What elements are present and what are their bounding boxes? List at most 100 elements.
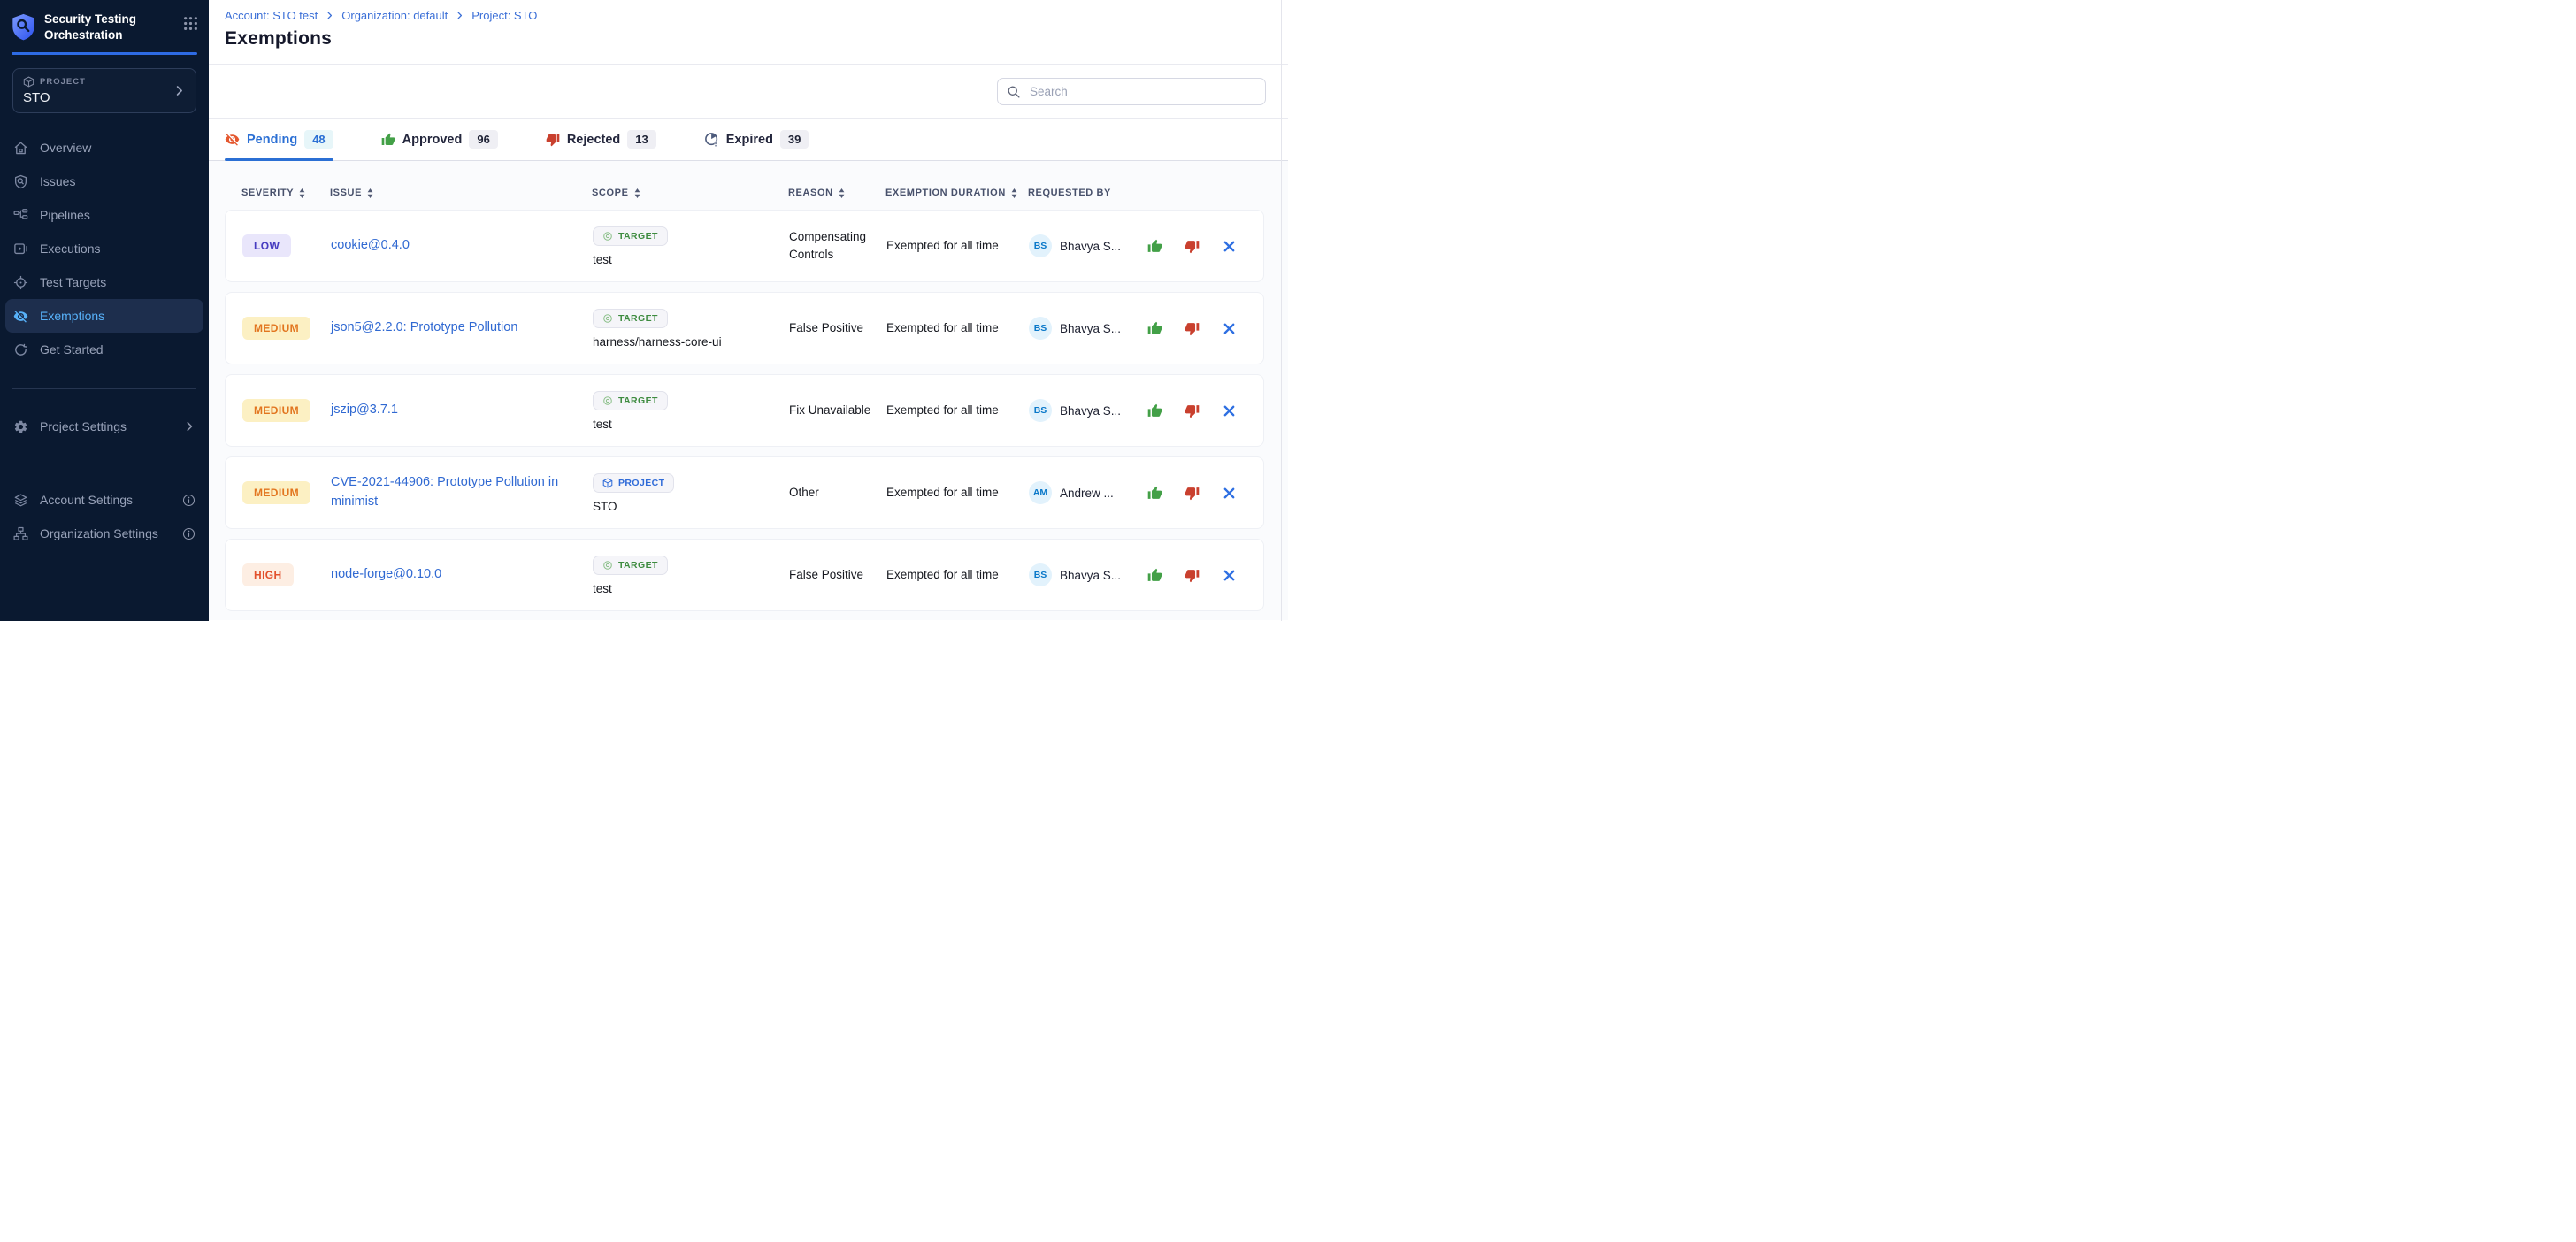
target-scope-icon <box>602 231 613 242</box>
tab-pending[interactable]: Pending 48 <box>225 119 334 160</box>
scope-badge: TARGET <box>593 556 668 575</box>
avatar: BS <box>1029 317 1052 340</box>
chevron-right-icon <box>455 11 464 20</box>
gear-icon <box>13 419 28 434</box>
breadcrumb-account[interactable]: Account: STO test <box>225 9 318 22</box>
table-row: MEDIUM CVE-2021-44906: Prototype Polluti… <box>225 456 1264 529</box>
reject-button[interactable] <box>1180 564 1203 586</box>
approve-button[interactable] <box>1143 317 1166 340</box>
clock-expired-icon <box>704 132 719 147</box>
table-body: LOW cookie@0.4.0 TARGET test Compensatin… <box>225 210 1288 611</box>
target-scope-icon <box>602 395 613 406</box>
tab-rejected[interactable]: Rejected 13 <box>546 119 656 160</box>
approve-button[interactable] <box>1143 564 1166 586</box>
search-box <box>997 78 1266 105</box>
sort-icon <box>634 188 640 198</box>
tab-approved[interactable]: Approved 96 <box>381 119 498 160</box>
scope-badge: TARGET <box>593 309 668 328</box>
requester-name: Andrew ... <box>1060 487 1114 500</box>
reject-button[interactable] <box>1180 481 1203 504</box>
sidebar-item-organization-settings[interactable]: Organization Settings <box>0 517 209 550</box>
tab-expired[interactable]: Expired 39 <box>704 119 809 160</box>
sidebar-item-label: Get Started <box>40 342 104 356</box>
sidebar-item-label: Organization Settings <box>40 526 158 540</box>
dismiss-button[interactable] <box>1217 317 1240 340</box>
chevron-right-icon <box>325 11 334 20</box>
sidebar-item-test-targets[interactable]: Test Targets <box>0 265 209 299</box>
sidebar-item-label: Exemptions <box>40 309 104 323</box>
column-header-scope[interactable]: SCOPE <box>592 188 788 198</box>
pipelines-icon <box>13 208 28 223</box>
dismiss-button[interactable] <box>1217 481 1240 504</box>
main-area: Account: STO test Organization: default … <box>209 0 1288 621</box>
info-icon[interactable] <box>182 494 196 507</box>
column-header-issue[interactable]: ISSUE <box>330 188 592 198</box>
scope-name: test <box>593 582 612 595</box>
sidebar-nav: Overview Issues Pipelines Executions <box>0 131 209 366</box>
column-header-severity[interactable]: SEVERITY <box>242 188 330 198</box>
approve-button[interactable] <box>1143 234 1166 257</box>
approve-button[interactable] <box>1143 481 1166 504</box>
dismiss-button[interactable] <box>1217 234 1240 257</box>
issue-link[interactable]: CVE-2021-44906: Prototype Pollution in m… <box>331 473 593 512</box>
app-title: Security Testing Orchestration <box>44 12 156 42</box>
sort-icon <box>1011 188 1017 198</box>
issue-link[interactable]: json5@2.2.0: Prototype Pollution <box>331 318 540 338</box>
severity-badge: HIGH <box>242 564 294 586</box>
sidebar-item-get-started[interactable]: Get Started <box>0 333 209 366</box>
breadcrumb-project[interactable]: Project: STO <box>472 9 537 22</box>
app-window: Security Testing Orchestration PROJECT S… <box>0 0 1288 621</box>
eye-off-icon <box>13 309 28 324</box>
sidebar-item-exemptions[interactable]: Exemptions <box>5 299 203 333</box>
scope-type-label: TARGET <box>618 313 658 324</box>
scope-badge: TARGET <box>593 226 668 246</box>
requester-name: Bhavya S... <box>1060 404 1121 418</box>
reason: Other <box>789 484 886 502</box>
approve-button[interactable] <box>1143 399 1166 422</box>
sidebar-item-overview[interactable]: Overview <box>0 131 209 165</box>
reject-button[interactable] <box>1180 317 1203 340</box>
reject-button[interactable] <box>1180 399 1203 422</box>
shield-search-icon <box>13 174 28 189</box>
issue-link[interactable]: jszip@3.7.1 <box>331 401 421 420</box>
sidebar-header: Security Testing Orchestration <box>0 0 209 42</box>
scope-name: harness/harness-core-ui <box>593 335 722 349</box>
avatar: BS <box>1029 234 1052 257</box>
issue-link[interactable]: cookie@0.4.0 <box>331 236 433 256</box>
thumb-up-icon <box>381 133 395 147</box>
column-header-exemption-duration[interactable]: EXEMPTION DURATION <box>886 188 1028 198</box>
avatar: AM <box>1029 481 1052 504</box>
sidebar-item-issues[interactable]: Issues <box>0 165 209 198</box>
table-row: HIGH node-forge@0.10.0 TARGET test False… <box>225 539 1264 611</box>
issue-link[interactable]: node-forge@0.10.0 <box>331 565 464 585</box>
sidebar-item-executions[interactable]: Executions <box>0 232 209 265</box>
chevron-right-icon <box>183 420 196 433</box>
exemptions-table: SEVERITY ISSUE SCOPE REASON EXEMPTION DU… <box>209 161 1288 620</box>
home-icon <box>13 141 28 156</box>
sidebar-item-label: Account Settings <box>40 493 133 507</box>
column-header-reason[interactable]: REASON <box>788 188 886 198</box>
severity-badge: MEDIUM <box>242 481 310 504</box>
module-grid-icon[interactable] <box>183 16 198 31</box>
sidebar-item-project-settings[interactable]: Project Settings <box>0 410 209 443</box>
exemption-duration: Exempted for all time <box>886 484 1029 502</box>
sidebar-item-account-settings[interactable]: Account Settings <box>0 483 209 517</box>
table-row: MEDIUM json5@2.2.0: Prototype Pollution … <box>225 292 1264 364</box>
scope-badge: PROJECT <box>593 473 674 493</box>
eye-off-icon <box>225 132 240 147</box>
reject-button[interactable] <box>1180 234 1203 257</box>
sidebar-divider <box>12 388 196 389</box>
target-scope-icon <box>602 560 613 571</box>
breadcrumb-organization[interactable]: Organization: default <box>341 9 448 22</box>
severity-badge: LOW <box>242 234 291 257</box>
exemption-duration: Exempted for all time <box>886 237 1029 255</box>
requester-name: Bhavya S... <box>1060 322 1121 335</box>
info-icon[interactable] <box>182 527 196 540</box>
project-selector[interactable]: PROJECT STO <box>12 68 196 113</box>
dismiss-button[interactable] <box>1217 399 1240 422</box>
reason: False Positive <box>789 566 886 584</box>
dismiss-button[interactable] <box>1217 564 1240 586</box>
sidebar-item-pipelines[interactable]: Pipelines <box>0 198 209 232</box>
exemption-duration: Exempted for all time <box>886 402 1029 419</box>
search-input[interactable] <box>1028 84 1256 99</box>
